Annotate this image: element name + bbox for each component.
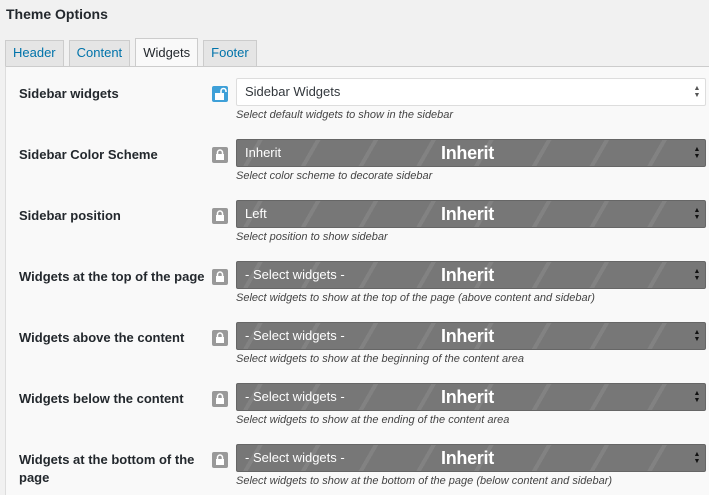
select-value: - Select widgets - <box>245 328 345 343</box>
tab-footer[interactable]: Footer <box>203 40 257 66</box>
option-label: Sidebar Color Scheme <box>19 147 158 162</box>
lock-icon[interactable] <box>212 330 228 346</box>
option-label: Sidebar position <box>19 208 121 223</box>
select-value: Left <box>245 206 267 221</box>
unlock-icon[interactable] <box>212 86 228 102</box>
option-label: Widgets at the bottom of the page <box>19 452 195 485</box>
option-label: Widgets below the content <box>19 391 184 406</box>
select-arrows-icon: ▲ ▼ <box>693 451 701 465</box>
lock-icon[interactable] <box>212 269 228 285</box>
inherit-overlay-label: Inherit <box>441 448 494 468</box>
inherit-overlay-label: Inherit <box>441 204 494 224</box>
lock-icon[interactable] <box>212 147 228 163</box>
lock-icon[interactable] <box>212 452 228 468</box>
inherit-overlay-label: Inherit <box>441 265 494 285</box>
select-arrows-icon: ▲ ▼ <box>693 207 701 221</box>
widgets-below-content-select[interactable]: - Select widgets - Inherit ▲ ▼ <box>236 383 706 411</box>
option-description: Select position to show sidebar <box>236 231 388 243</box>
widgets-panel: Sidebar widgets Sidebar Widgets ▲ ▼ Selec… <box>5 66 709 495</box>
sidebar-widgets-select[interactable]: Sidebar Widgets ▲ ▼ <box>236 78 706 106</box>
inherit-overlay-label: Inherit <box>441 143 494 163</box>
select-value: Inherit <box>245 145 282 160</box>
select-arrows-icon: ▲ ▼ <box>693 390 701 404</box>
select-value: - Select widgets - <box>245 450 345 465</box>
select-value: - Select widgets - <box>245 267 345 282</box>
option-label: Widgets at the top of the page <box>19 269 205 284</box>
inherit-overlay-label: Inherit <box>441 326 494 346</box>
option-label: Widgets above the content <box>19 330 185 345</box>
option-description: Select widgets to show at the top of the… <box>236 292 595 304</box>
page-title: Theme Options <box>6 6 108 22</box>
tab-widgets[interactable]: Widgets <box>135 38 199 67</box>
select-arrows-icon: ▲ ▼ <box>693 329 701 343</box>
option-description: Select widgets to show at the ending of … <box>236 414 510 426</box>
sidebar-color-scheme-select[interactable]: Inherit Inherit ▲ ▼ <box>236 139 706 167</box>
option-description: Select widgets to show at the beginning … <box>236 353 525 365</box>
tab-bar: Header Content Widgets Footer <box>5 38 262 67</box>
inherit-overlay-label: Inherit <box>441 387 494 407</box>
sidebar-position-select[interactable]: Left Inherit ▲ ▼ <box>236 200 706 228</box>
tab-header[interactable]: Header <box>5 40 64 66</box>
select-arrows-icon: ▲ ▼ <box>693 268 701 282</box>
widgets-top-select[interactable]: - Select widgets - Inherit ▲ ▼ <box>236 261 706 289</box>
lock-icon[interactable] <box>212 391 228 407</box>
option-description: Select color scheme to decorate sidebar <box>236 170 433 182</box>
widgets-bottom-select[interactable]: - Select widgets - Inherit ▲ ▼ <box>236 444 706 472</box>
tab-content[interactable]: Content <box>68 40 131 66</box>
select-arrows-icon: ▲ ▼ <box>693 146 701 160</box>
lock-icon[interactable] <box>212 208 228 224</box>
option-label: Sidebar widgets <box>19 86 119 101</box>
widgets-above-content-select[interactable]: - Select widgets - Inherit ▲ ▼ <box>236 322 706 350</box>
option-description: Select default widgets to show in the si… <box>236 109 454 121</box>
select-arrows-icon: ▲ ▼ <box>693 85 701 99</box>
select-value: Sidebar Widgets <box>245 84 341 99</box>
select-value: - Select widgets - <box>245 389 345 404</box>
option-description: Select widgets to show at the bottom of … <box>236 475 613 487</box>
